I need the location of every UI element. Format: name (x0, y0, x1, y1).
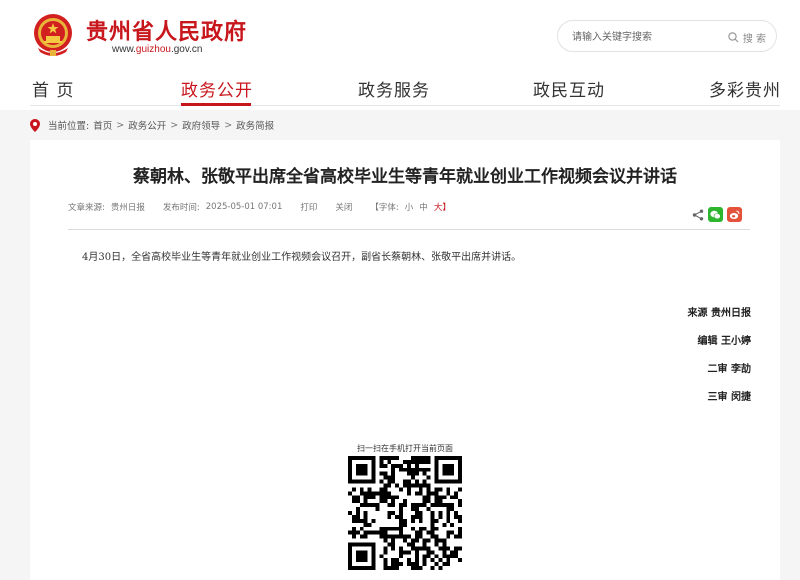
breadcrumb-label: 当前位置: (48, 121, 90, 132)
nav-home[interactable]: 首 页 (32, 76, 74, 101)
font-size-medium[interactable]: 中 (419, 201, 428, 213)
search-icon (728, 31, 739, 42)
weibo-share-icon[interactable] (727, 207, 742, 222)
breadcrumb-home[interactable]: 首页 (93, 118, 112, 132)
article-meta: 文章来源: 贵州日报 发布时间: 2025-05-01 07:01 打印 关闭 … (68, 201, 457, 213)
wechat-share-icon[interactable] (708, 207, 723, 222)
signature-source: 来源 贵州日报 (687, 308, 751, 319)
breadcrumb-separator: > (170, 119, 179, 131)
article-title: 蔡朝林、张敬平出席全省高校毕业生等青年就业创业工作视频会议并讲话 (133, 167, 677, 187)
print-link[interactable]: 打印 (300, 201, 317, 213)
nav-active-indicator (181, 103, 251, 106)
breadcrumb: 当前位置: 首页 > 政务公开 > 政府领导 > 政务简报 (30, 116, 274, 134)
font-size-large[interactable]: 大】 (434, 201, 451, 213)
date-label: 发布时间: (162, 203, 200, 213)
search-box: 搜 索 (557, 20, 777, 52)
nav-colorful-guizhou[interactable]: 多彩贵州 (709, 76, 781, 101)
site-url-suffix: .gov.cn (170, 44, 203, 55)
article-body: 4月30日，全省高校毕业生等青年就业创业工作视频会议召开，副省长蔡朝林、张敬平出… (82, 252, 522, 263)
wechat-icon (710, 210, 721, 219)
site-header: 贵州省人民政府 www.guizhou.gov.cn 搜 索 首 页 政务公开 … (0, 0, 800, 110)
search-button[interactable]: 搜 索 (728, 28, 766, 46)
qr-label: 扫一扫在手机打开当前页面 (357, 444, 453, 453)
breadcrumb-separator: > (116, 119, 125, 131)
breadcrumb-government-affairs[interactable]: 政务公开 (128, 118, 166, 132)
site-url-prefix: www. (112, 44, 136, 55)
share-icon[interactable] (692, 209, 704, 221)
nav-government-affairs[interactable]: 政务公开 (181, 76, 253, 101)
search-input[interactable] (570, 27, 714, 47)
breadcrumb-leaders[interactable]: 政府领导 (182, 118, 220, 132)
weibo-icon (729, 210, 740, 219)
nav-services[interactable]: 政务服务 (358, 76, 430, 101)
article-card: 蔡朝林、张敬平出席全省高校毕业生等青年就业创业工作视频会议并讲话 文章来源: 贵… (30, 140, 780, 580)
qr-code-icon (348, 456, 462, 570)
search-button-label: 搜 索 (742, 33, 766, 45)
site-url: www.guizhou.gov.cn (112, 44, 202, 55)
signature-second-review: 二审 李劼 (707, 364, 751, 375)
font-size-small[interactable]: 小 (405, 201, 414, 213)
close-link[interactable]: 关闭 (335, 201, 352, 213)
breadcrumb-briefing[interactable]: 政务简报 (236, 118, 274, 132)
signature-editor: 编辑 王小婷 (697, 336, 751, 347)
source-value: 贵州日报 (110, 203, 145, 213)
source-label: 文章来源: (68, 203, 105, 213)
location-pin-icon (30, 118, 40, 132)
nav-interaction[interactable]: 政民互动 (533, 76, 605, 101)
national-emblem-icon (34, 14, 72, 56)
breadcrumb-separator: > (224, 119, 233, 131)
nav-divider (30, 105, 780, 106)
site-url-highlight: guizhou (135, 44, 171, 55)
share-bar (692, 207, 742, 222)
main-nav: 首 页 政务公开 政务服务 政民互动 多彩贵州 (0, 76, 800, 106)
date-value: 2025-05-01 07:01 (205, 202, 283, 212)
article-divider (68, 229, 750, 230)
signature-third-review: 三审 闵捷 (707, 392, 751, 403)
site-name[interactable]: 贵州省人民政府 (86, 14, 247, 46)
font-size-label: 【字体: (370, 203, 399, 213)
